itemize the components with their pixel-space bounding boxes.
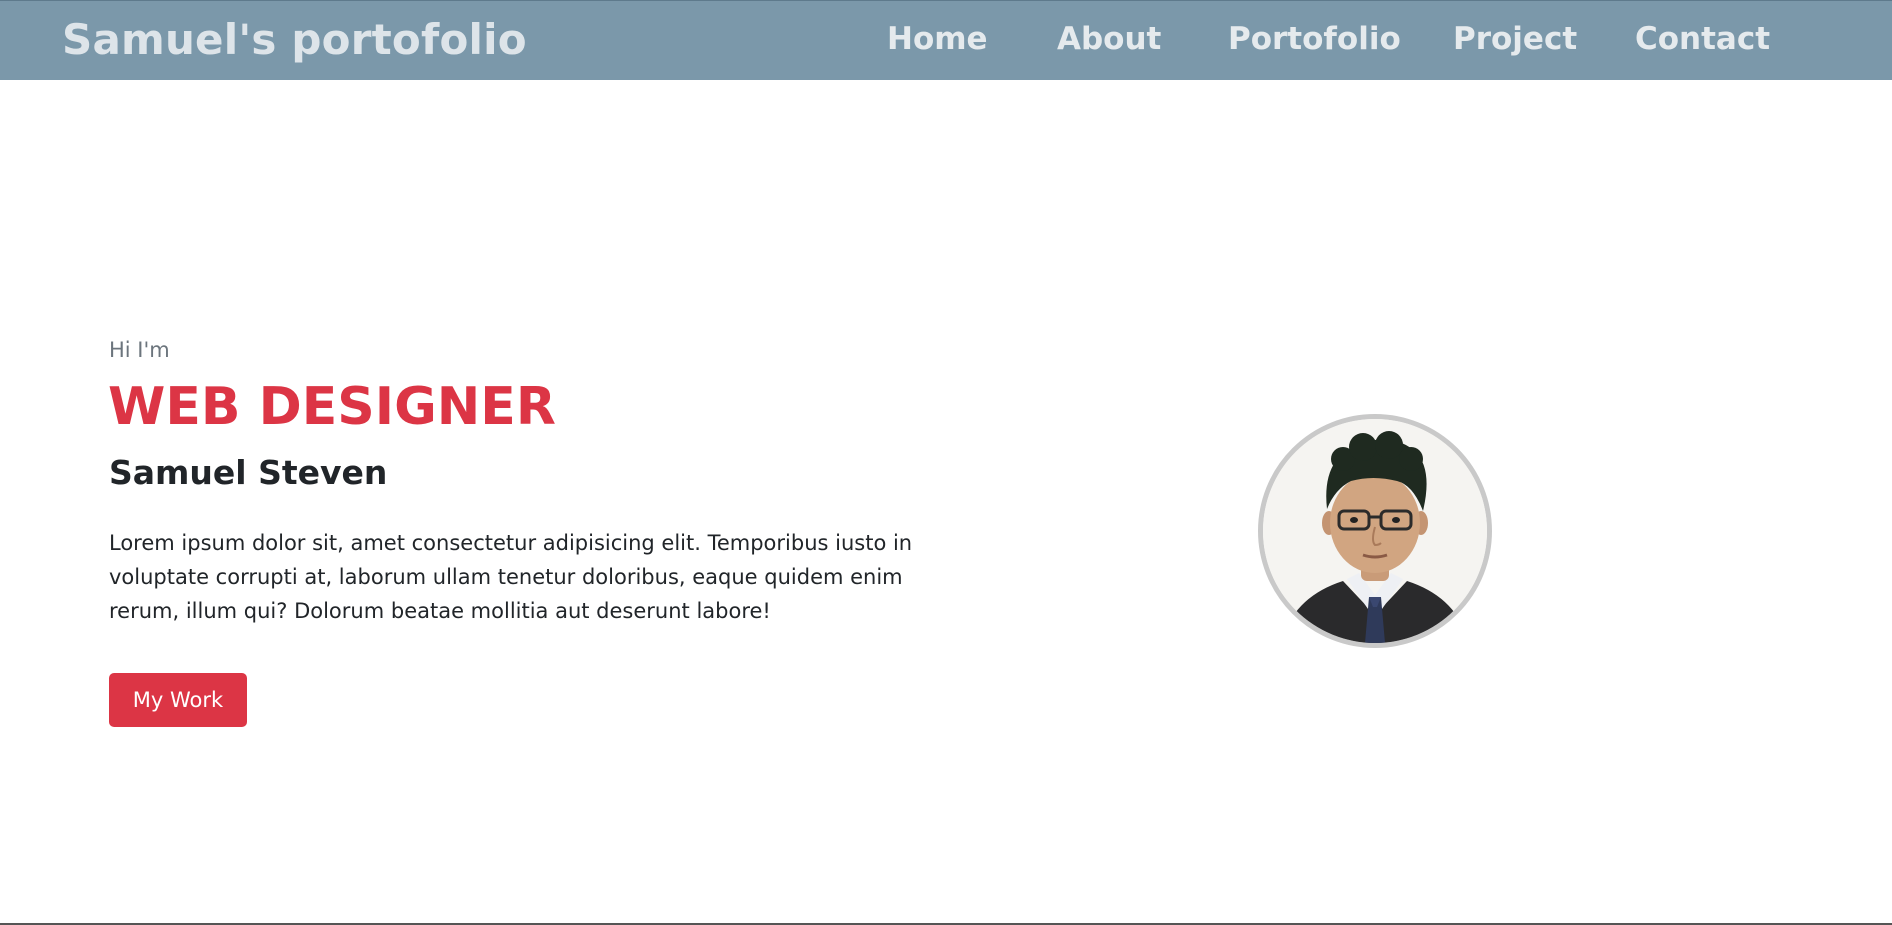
profile-photo <box>1258 414 1492 648</box>
hero-section: Hi I'm WEB DESIGNER Samuel Steven Lorem … <box>0 80 1892 925</box>
portrait-illustration <box>1263 419 1487 643</box>
person-name: Samuel Steven <box>109 453 388 492</box>
intro-text: Hi I'm <box>109 338 170 362</box>
nav-link-portofolio[interactable]: Portofolio <box>1228 21 1401 57</box>
navbar: Samuel's portofolio Home About Portofoli… <box>0 0 1892 80</box>
nav-link-contact[interactable]: Contact <box>1635 21 1770 57</box>
my-work-button[interactable]: My Work <box>109 673 247 727</box>
nav-links: Home About Portofolio Project Contact <box>0 21 1892 65</box>
bio-paragraph: Lorem ipsum dolor sit, amet consectetur … <box>109 531 913 623</box>
headline: WEB DESIGNER <box>108 377 556 437</box>
nav-link-project[interactable]: Project <box>1453 21 1577 57</box>
nav-link-home[interactable]: Home <box>887 21 988 57</box>
nav-link-about[interactable]: About <box>1057 21 1161 57</box>
